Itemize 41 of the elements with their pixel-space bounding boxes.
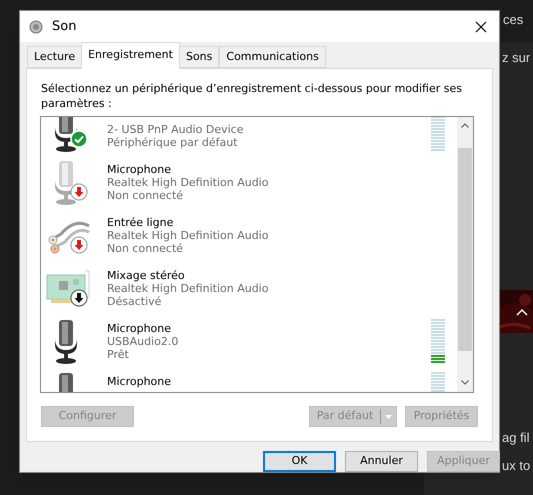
button[interactable]: OK: [263, 451, 336, 472]
device-list-item[interactable]: Mixage stéréo Realtek High Definition Audio Désactivé: [41, 262, 457, 315]
tab[interactable]: Sons: [178, 46, 220, 68]
close-icon: [475, 20, 487, 32]
level-meter: [431, 117, 445, 152]
device-detail: Non connecté: [107, 242, 184, 255]
instruction-text: Sélectionnez un périphérique d’enregistrement ci-dessous pour modifier ses paramètres :: [41, 81, 463, 112]
device-detail: Prêt: [107, 348, 130, 361]
device-name: Mixage stéréo: [107, 269, 186, 282]
device-name: Microphone: [107, 375, 172, 388]
background-text: ux to: [502, 457, 530, 475]
device-name: Microphone: [107, 163, 172, 176]
scroll-up-icon[interactable]: [461, 123, 469, 128]
device-list-item[interactable]: Microphone Realtek High Definition Audio Non connecté: [41, 156, 457, 209]
scrollbar[interactable]: [457, 117, 473, 392]
chevron-up-icon[interactable]: [516, 308, 528, 316]
tab[interactable]: Lecture: [27, 46, 82, 68]
device-name: Entrée ligne: [107, 216, 174, 229]
background-text: z sur: [502, 49, 530, 67]
window-title: Son: [52, 18, 76, 36]
background-text: ces: [503, 11, 524, 29]
device-name: Microphone: [107, 322, 172, 335]
device-detail: Realtek High Definition Audio: [107, 176, 268, 189]
speaker-icon: [29, 20, 43, 34]
tab[interactable]: Enregistrement: [81, 42, 180, 69]
device-list-item[interactable]: 2- USB PnP Audio Device Périphérique par défaut: [41, 117, 457, 156]
device-list-item[interactable]: Microphone USBAudio2.0 Prêt: [41, 315, 457, 368]
device-detail: Realtek High Definition Audio: [107, 282, 268, 295]
tab[interactable]: Communications: [219, 46, 326, 68]
button[interactable]: Annuler: [345, 451, 418, 472]
device-detail: Désactivé: [107, 295, 162, 308]
scrollbar-thumb[interactable]: [458, 148, 472, 351]
device-detail: 2- USB PnP Audio Device: [107, 123, 244, 136]
device-detail: Realtek High Definition Audio: [107, 229, 268, 242]
device-detail: Non connecté: [107, 189, 184, 202]
device-detail: Périphérique par défaut: [107, 136, 238, 149]
device-list-item[interactable]: Entrée ligne Realtek High Definition Audio Non connecté: [41, 209, 457, 262]
device-detail: USBAudio2.0: [107, 335, 178, 348]
background-text: ag fil: [502, 429, 530, 447]
caret-down-icon: [385, 414, 392, 418]
scroll-down-icon[interactable]: [461, 380, 469, 385]
